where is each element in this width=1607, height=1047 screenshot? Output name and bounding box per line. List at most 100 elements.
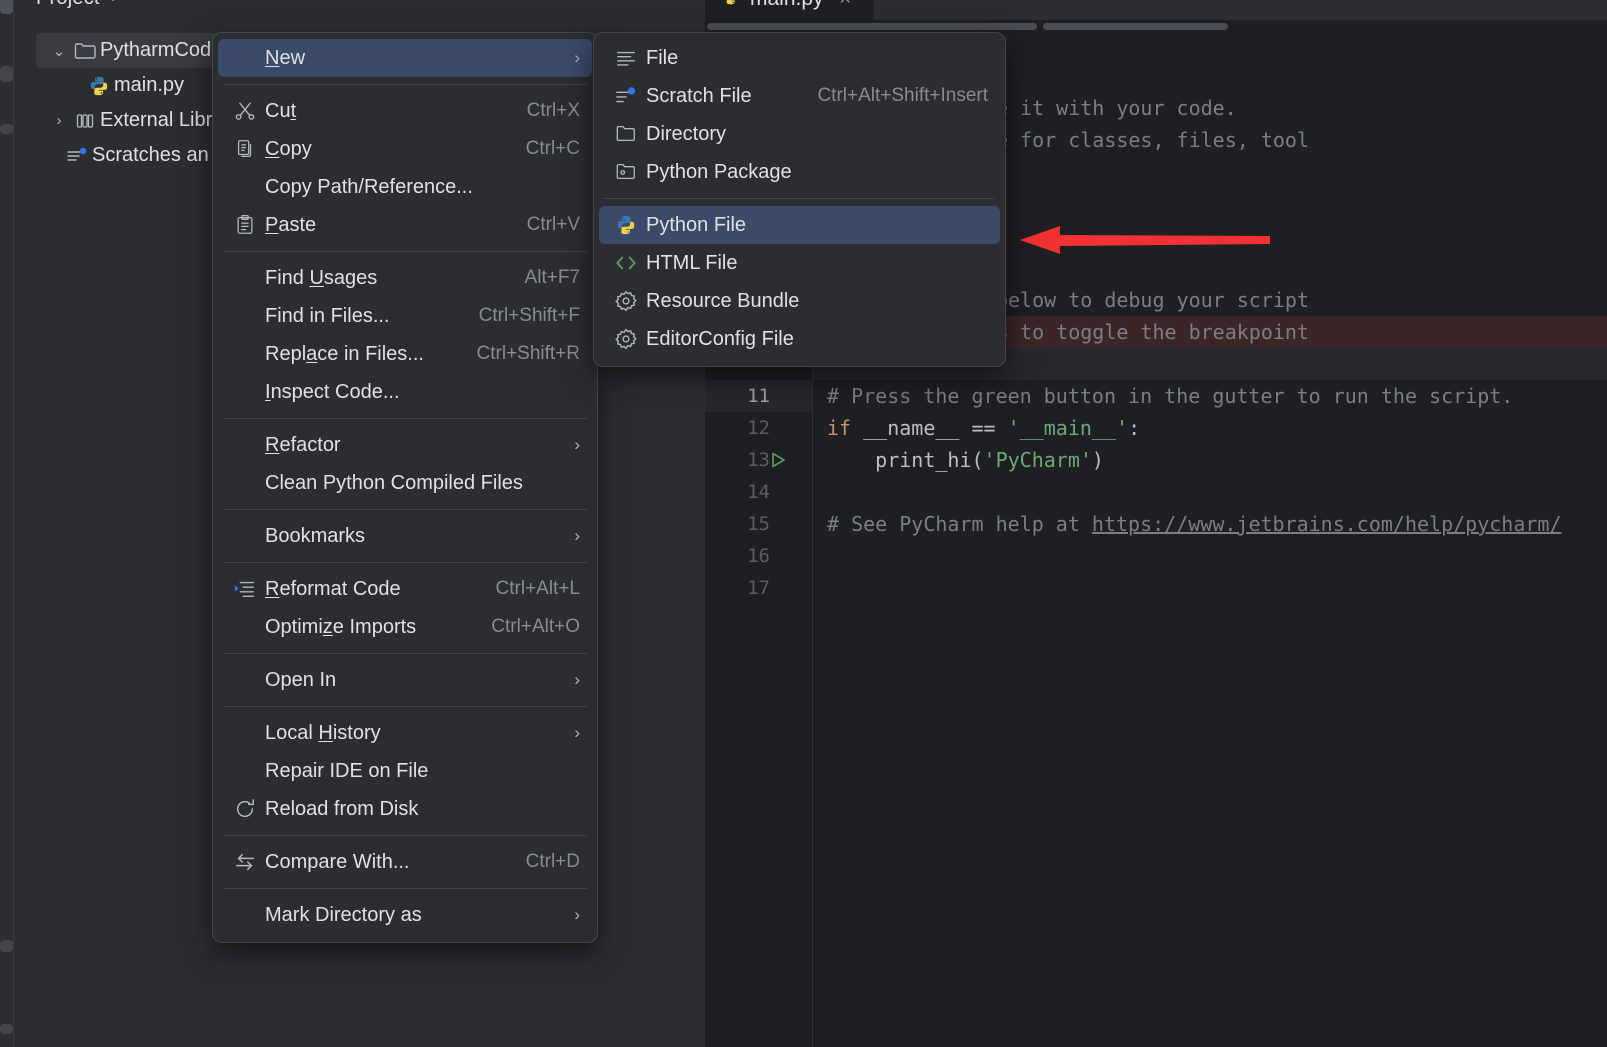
chevron-down-icon[interactable]: ⌄ [48, 42, 70, 60]
menu-item-repair-ide-on-file[interactable]: Repair IDE on File [218, 752, 592, 790]
menu-item-optimize-imports[interactable]: Optimize Imports Ctrl+Alt+O [218, 608, 592, 646]
menu-separator [604, 198, 995, 199]
code-line-17[interactable] [827, 540, 839, 572]
file-icon [606, 47, 646, 69]
tool-strip-button-bookmarks[interactable] [0, 66, 13, 82]
menu-item-shortcut: Ctrl+Shift+R [476, 343, 580, 364]
menu-item-label: Optimize Imports [265, 615, 417, 638]
tool-strip-button-project[interactable] [0, 0, 13, 14]
close-icon[interactable]: ✕ [839, 0, 852, 9]
menu-item-shortcut: Ctrl+Alt+O [491, 616, 580, 637]
menu-item-label: Reload from Disk [265, 797, 419, 820]
menu-item-shortcut: Ctrl+C [525, 138, 580, 159]
menu-item-label: Find in Files... [265, 304, 390, 327]
menu-item-copy-path-reference[interactable]: Copy Path/Reference... [218, 168, 592, 206]
menu-item-directory[interactable]: Directory [599, 115, 1000, 153]
menu-item-inspect-code[interactable]: Inspect Code... [218, 373, 592, 411]
code-line-14[interactable]: print_hi('PyCharm') [827, 444, 1104, 476]
menu-item-label: HTML File [646, 251, 738, 274]
gear-icon [606, 290, 646, 312]
menu-item-label: Copy Path/Reference... [265, 175, 473, 198]
menu-item-html-file[interactable]: HTML File [599, 244, 1000, 282]
menu-item-new[interactable]: New › [218, 39, 592, 77]
menu-separator [223, 706, 587, 707]
reformat-icon [225, 578, 265, 600]
menu-item-find-usages[interactable]: Find Usages Alt+F7 [218, 259, 592, 297]
menu-item-reload-from-disk[interactable]: Reload from Disk [218, 790, 592, 828]
library-icon [70, 111, 100, 131]
scissors-icon [225, 100, 265, 122]
tool-strip-button-terminal[interactable] [0, 940, 13, 952]
project-panel-title-label: Project [36, 0, 100, 9]
menu-item-refactor[interactable]: Refactor › [218, 426, 592, 464]
menu-item-label: Reformat Code [265, 577, 401, 600]
menu-separator [223, 888, 587, 889]
menu-item-shortcut: Ctrl+Shift+F [478, 305, 580, 326]
folder-icon [70, 42, 100, 60]
menu-separator [223, 509, 587, 510]
menu-item-scratch-file[interactable]: Scratch File Ctrl+Alt+Shift+Insert [599, 77, 1000, 115]
menu-item-local-history[interactable]: Local History › [218, 714, 592, 752]
menu-item-resource-bundle[interactable]: Resource Bundle [599, 282, 1000, 320]
menu-item-python-package[interactable]: Python Package [599, 153, 1000, 191]
menu-item-label: Directory [646, 122, 727, 145]
menu-item-mark-directory-as[interactable]: Mark Directory as › [218, 896, 592, 934]
menu-item-label: Local History [265, 721, 381, 744]
chevron-right-icon: › [574, 905, 580, 924]
line-number: 16 [747, 545, 770, 567]
tree-item-label: PytharmCod [100, 39, 212, 61]
chevron-right-icon: › [574, 670, 580, 689]
scratches-icon [62, 146, 92, 166]
tree-item-scratches[interactable]: Scratches an [62, 138, 209, 173]
compare-icon [225, 851, 265, 873]
tree-item-main-py[interactable]: main.py [84, 68, 184, 103]
menu-item-bookmarks[interactable]: Bookmarks › [218, 517, 592, 555]
line-number: 11 [747, 385, 770, 407]
menu-item-copy[interactable]: Copy Ctrl+C [218, 130, 592, 168]
menu-item-label: Find Usages [265, 266, 378, 289]
code-line-12[interactable]: # Press the green button in the gutter t… [827, 380, 1513, 412]
chevron-down-icon[interactable]: ⌄ [108, 0, 119, 4]
menu-item-label: Replace in Files... [265, 342, 424, 365]
menu-item-reformat-code[interactable]: Reformat Code Ctrl+Alt+L [218, 570, 592, 608]
menu-item-cut[interactable]: Cut Ctrl+X [218, 92, 592, 130]
breadcrumb-segment-2[interactable] [1043, 23, 1228, 30]
menu-item-replace-in-files[interactable]: Replace in Files... Ctrl+Shift+R [218, 335, 592, 373]
menu-item-file[interactable]: File [599, 39, 1000, 77]
menu-item-shortcut: Ctrl+Alt+Shift+Insert [817, 85, 988, 106]
menu-item-open-in[interactable]: Open In › [218, 661, 592, 699]
reload-icon [225, 798, 265, 820]
line-number: 15 [747, 513, 770, 535]
menu-separator [223, 251, 587, 252]
menu-item-python-file[interactable]: Python File [599, 206, 1000, 244]
menu-item-label: New [265, 46, 306, 69]
menu-item-paste[interactable]: Paste Ctrl+V [218, 206, 592, 244]
tool-strip-button-problems[interactable] [0, 1024, 13, 1034]
python-file-icon [84, 75, 114, 97]
code-line-13[interactable]: if __name__ == '__main__': [827, 412, 1140, 444]
code-line-15[interactable] [827, 476, 839, 508]
tree-item-label: main.py [114, 74, 185, 96]
tool-strip-button-structure[interactable] [0, 124, 13, 134]
menu-item-compare-with[interactable]: Compare With... Ctrl+D [218, 843, 592, 881]
editor-tab-main-py[interactable]: main.py ✕ [705, 0, 874, 20]
tool-window-strip[interactable] [0, 0, 14, 1047]
run-gutter-icon[interactable] [765, 444, 791, 476]
code-line-16[interactable]: # See PyCharm help at https://www.jetbra… [827, 508, 1562, 540]
menu-item-clean-python-compiled-files[interactable]: Clean Python Compiled Files [218, 464, 592, 502]
line-number: 12 [747, 417, 770, 439]
python-file-icon [721, 0, 741, 12]
menu-item-editorconfig-file[interactable]: EditorConfig File [599, 320, 1000, 358]
html-file-icon [606, 252, 646, 274]
menu-item-label: File [646, 46, 679, 69]
chevron-right-icon[interactable]: › [48, 112, 70, 129]
project-panel-title: Project ⌄ [36, 0, 119, 10]
help-url-link[interactable]: https://www.jetbrains.com/help/pycharm/ [1092, 512, 1562, 536]
editor-tab-label: main.py [750, 0, 824, 11]
menu-item-label: Python Package [646, 160, 792, 183]
menu-item-find-in-files[interactable]: Find in Files... Ctrl+Shift+F [218, 297, 592, 335]
menu-item-label: Scratch File [646, 84, 752, 107]
python-package-icon [606, 161, 646, 183]
paste-icon [225, 214, 265, 236]
menu-separator [223, 835, 587, 836]
